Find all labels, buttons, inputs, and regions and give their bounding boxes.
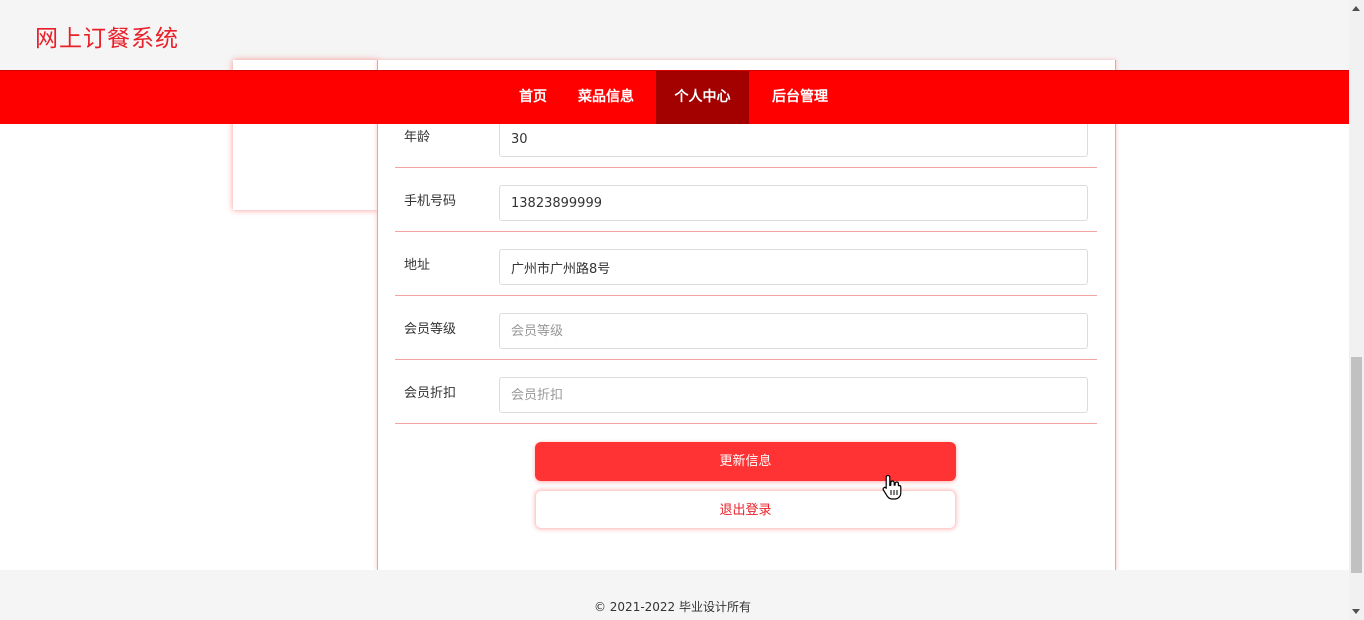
nav-item-home[interactable]: 首页 xyxy=(508,71,558,124)
scroll-down-arrow-icon[interactable] xyxy=(1352,609,1360,614)
form-row-phone: 手机号码 xyxy=(395,168,1097,232)
scrollbar-thumb[interactable] xyxy=(1351,357,1362,573)
member-discount-label: 会员折扣 xyxy=(404,386,457,401)
form-row-member-discount: 会员折扣 xyxy=(395,360,1097,424)
address-label: 地址 xyxy=(404,258,431,273)
main-nav: 首页 菜品信息 个人中心 后台管理 xyxy=(0,70,1349,124)
footer-copyright: © 2021-2022 毕业设计所有 xyxy=(0,598,1349,615)
member-level-label: 会员等级 xyxy=(404,322,457,337)
phone-label: 手机号码 xyxy=(404,194,457,209)
member-level-input[interactable] xyxy=(499,313,1088,349)
site-footer: © 2021-2022 毕业设计所有 xyxy=(0,570,1349,620)
scroll-up-arrow-icon[interactable] xyxy=(1352,6,1360,11)
nav-item-admin[interactable]: 后台管理 xyxy=(760,71,840,124)
member-discount-input[interactable] xyxy=(499,377,1088,413)
phone-input[interactable] xyxy=(499,185,1088,221)
footer-copyright-text: © 2021-2022 毕业设计所有 xyxy=(593,600,752,614)
nav-item-profile[interactable]: 个人中心 xyxy=(656,71,749,124)
form-row-member-level: 会员等级 xyxy=(395,296,1097,360)
age-input[interactable] xyxy=(499,121,1088,157)
hand-pointer-icon xyxy=(882,474,902,500)
form-row-address: 地址 xyxy=(395,232,1097,296)
nav-item-dishes[interactable]: 菜品信息 xyxy=(566,71,646,124)
address-input[interactable] xyxy=(499,249,1088,285)
page-scrollbar[interactable] xyxy=(1349,0,1364,620)
site-title[interactable]: 网上订餐系统 xyxy=(35,19,179,53)
